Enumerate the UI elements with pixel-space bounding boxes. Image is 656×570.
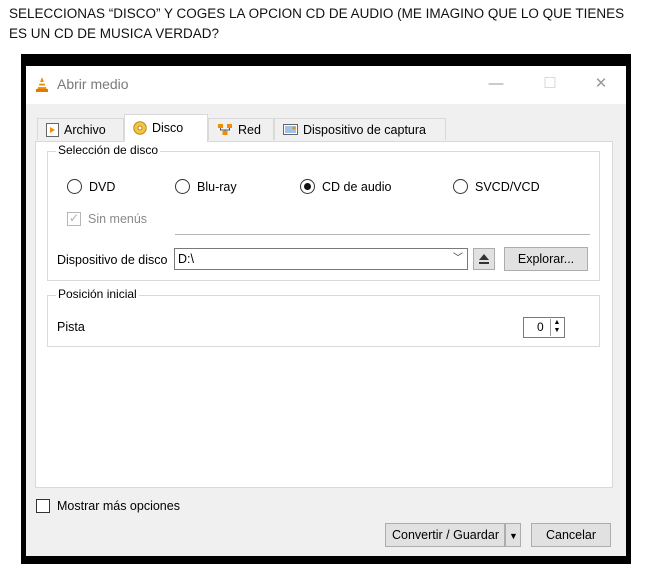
capture-device-icon — [283, 124, 298, 136]
divider-line — [175, 234, 590, 235]
tab-label-red: Red — [238, 123, 261, 137]
radio-bluray[interactable]: Blu-ray — [175, 179, 237, 195]
title-bar: Abrir medio — ☐ ✕ — [26, 66, 626, 104]
network-icon — [218, 124, 232, 136]
spin-arrows-icon[interactable]: ▲ ▼ — [550, 319, 563, 336]
track-value: 0 — [537, 320, 544, 334]
tab-disco[interactable]: Disco — [124, 114, 208, 142]
browse-button[interactable]: Explorar... — [504, 247, 588, 271]
radio-cd-audio-label: CD de audio — [322, 180, 392, 194]
disc-device-label: Dispositivo de disco — [57, 253, 168, 267]
radio-bluray-label: Blu-ray — [197, 180, 237, 194]
caption-line-1: SELECCIONAS “DISCO” Y COGES LA OPCION CD… — [9, 6, 625, 21]
radio-svcd-vcd[interactable]: SVCD/VCD — [453, 179, 540, 195]
radio-bluray-dot[interactable] — [175, 179, 190, 194]
no-menus-checkbox[interactable]: Sin menús — [67, 210, 148, 227]
caret-down-icon: ▼ — [509, 531, 518, 541]
tab-archivo[interactable]: Archivo — [37, 118, 124, 140]
maximize-button[interactable]: ☐ — [535, 72, 565, 96]
more-options-label: Mostrar más opciones — [57, 499, 180, 513]
track-spinbox[interactable]: 0 ▲ ▼ — [523, 317, 565, 338]
convert-dropdown-button[interactable]: ▼ — [505, 523, 521, 547]
convert-save-button[interactable]: Convertir / Guardar — [385, 523, 505, 547]
radio-svcd-label: SVCD/VCD — [475, 180, 540, 194]
disc-device-value: D:\ — [178, 252, 194, 266]
disc-icon — [133, 121, 147, 135]
tab-label-archivo: Archivo — [64, 123, 106, 137]
eject-icon — [479, 254, 489, 264]
vlc-cone-icon — [36, 77, 48, 92]
radio-svcd-dot[interactable] — [453, 179, 468, 194]
tab-label-disco: Disco — [152, 121, 184, 135]
eject-button[interactable] — [473, 248, 495, 270]
cancel-button[interactable]: Cancelar — [531, 523, 611, 547]
radio-cd-audio[interactable]: CD de audio — [300, 179, 392, 195]
radio-cd-audio-dot[interactable] — [300, 179, 315, 194]
start-position-group: Posición inicial Pista 0 ▲ ▼ — [47, 287, 600, 347]
tab-dispositivo-captura[interactable]: Dispositivo de captura — [274, 118, 446, 140]
caption-line-2: ES UN CD DE MUSICA VERDAD? — [9, 26, 220, 41]
open-media-dialog: Abrir medio — ☐ ✕ Archivo Disco Red Disp… — [26, 66, 626, 556]
radio-dvd-dot[interactable] — [67, 179, 82, 194]
more-options-box[interactable] — [36, 499, 50, 513]
window-title: Abrir medio — [57, 76, 129, 92]
no-menus-box[interactable] — [67, 210, 81, 226]
file-play-icon — [46, 122, 59, 137]
tab-label-capture: Dispositivo de captura — [303, 123, 426, 137]
instruction-caption: SELECCIONAS “DISCO” Y COGES LA OPCION CD… — [9, 4, 654, 44]
minimize-button[interactable]: — — [481, 72, 511, 96]
disc-selection-legend: Selección de disco — [56, 143, 161, 157]
chevron-down-icon: ﹀ — [453, 253, 463, 264]
track-label: Pista — [57, 320, 85, 334]
more-options-checkbox[interactable]: Mostrar más opciones — [36, 498, 180, 514]
start-position-legend: Posición inicial — [56, 287, 139, 301]
radio-dvd-label: DVD — [89, 180, 116, 194]
radio-dvd[interactable]: DVD — [67, 179, 115, 195]
no-menus-label: Sin menús — [88, 212, 148, 226]
tab-red[interactable]: Red — [208, 118, 274, 140]
disc-selection-group: Selección de disco DVD Blu-ray CD de aud… — [47, 143, 600, 281]
close-button[interactable]: ✕ — [586, 72, 616, 96]
disc-device-combobox[interactable]: D:\ ﹀ — [174, 248, 468, 270]
disc-tab-panel: Selección de disco DVD Blu-ray CD de aud… — [35, 141, 613, 488]
